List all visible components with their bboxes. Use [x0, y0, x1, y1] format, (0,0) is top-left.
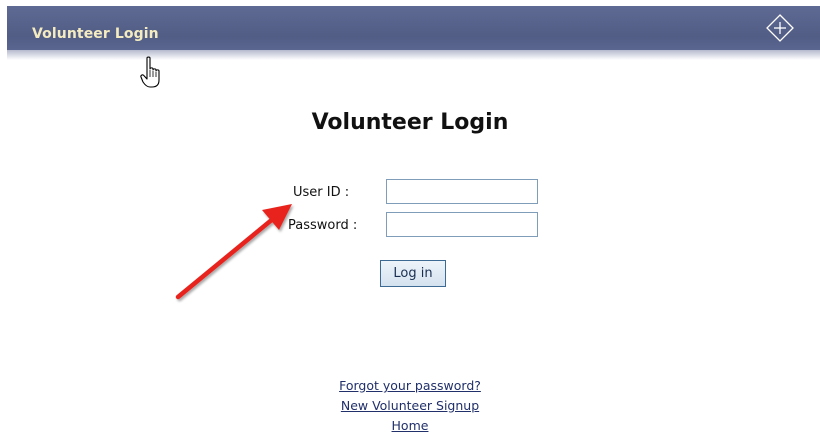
password-field[interactable] [386, 212, 538, 237]
user-id-field[interactable] [386, 179, 538, 204]
password-label: Password : [288, 218, 358, 233]
home-link[interactable]: Home [392, 418, 429, 433]
plus-diamond-icon[interactable] [764, 12, 796, 44]
footer-links: Forgot your password? New Volunteer Sign… [0, 376, 820, 436]
user-id-label: User ID : [293, 185, 350, 200]
forgot-password-link[interactable]: Forgot your password? [339, 378, 481, 393]
header-title: Volunteer Login [32, 26, 159, 42]
new-volunteer-signup-link[interactable]: New Volunteer Signup [341, 398, 479, 413]
header-bar: Volunteer Login [7, 6, 820, 60]
hand-pointer-icon [140, 56, 164, 90]
page-title: Volunteer Login [311, 110, 509, 135]
login-button[interactable]: Log in [380, 260, 446, 287]
